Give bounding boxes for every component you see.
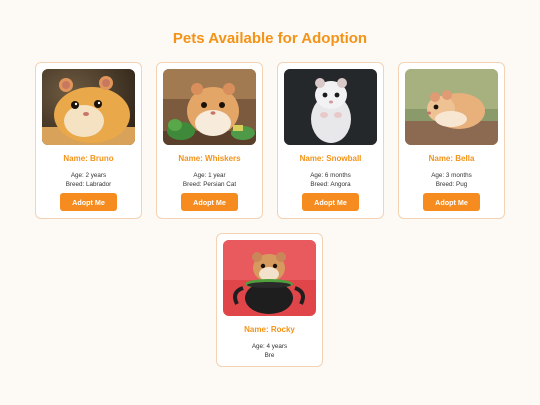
pet-card-bella: Name: Bella Age: 3 months Breed: Pug Ado… bbox=[398, 62, 505, 219]
pet-age: Age: 3 months bbox=[431, 172, 472, 179]
adopt-me-button-bruno[interactable]: Adopt Me bbox=[60, 193, 117, 211]
pet-card-rocky: Name: Rocky Age: 4 years Bre bbox=[216, 233, 323, 367]
pet-age: Age: 4 years bbox=[251, 343, 288, 350]
pet-name: Name: Bruno bbox=[63, 154, 114, 163]
pet-age: Age: 1 year bbox=[193, 172, 226, 179]
pet-breed: Bre bbox=[264, 352, 275, 359]
pet-age: Age: 2 years bbox=[70, 172, 107, 179]
pet-breed: Breed: Labrador bbox=[65, 181, 112, 188]
pet-photo-bella bbox=[405, 69, 498, 145]
pet-name: Name: Whiskers bbox=[178, 154, 241, 163]
pet-name: Name: Rocky bbox=[244, 325, 295, 334]
pet-name: Name: Bella bbox=[428, 154, 475, 163]
adopt-me-button-snowball[interactable]: Adopt Me bbox=[302, 193, 359, 211]
page-title: Pets Available for Adoption bbox=[172, 30, 368, 47]
pet-breed: Breed: Persian Cat bbox=[182, 181, 237, 188]
pet-card-whiskers: Name: Whiskers Age: 1 year Breed: Persia… bbox=[156, 62, 263, 219]
pet-name: Name: Snowball bbox=[299, 154, 362, 163]
adopt-me-button-bella[interactable]: Adopt Me bbox=[423, 193, 480, 211]
pet-card-snowball: Name: Snowball Age: 6 months Breed: Ango… bbox=[277, 62, 384, 219]
pet-photo-snowball bbox=[284, 69, 377, 145]
pet-breed: Breed: Pug bbox=[435, 181, 468, 188]
pet-age: Age: 6 months bbox=[310, 172, 351, 179]
adopt-me-button-whiskers[interactable]: Adopt Me bbox=[181, 193, 238, 211]
pet-photo-rocky bbox=[223, 240, 316, 316]
pet-photo-whiskers bbox=[163, 69, 256, 145]
pet-photo-bruno bbox=[42, 69, 135, 145]
pet-breed: Breed: Angora bbox=[310, 181, 351, 188]
pet-card-bruno: Name: Bruno Age: 2 years Breed: Labrador… bbox=[35, 62, 142, 219]
